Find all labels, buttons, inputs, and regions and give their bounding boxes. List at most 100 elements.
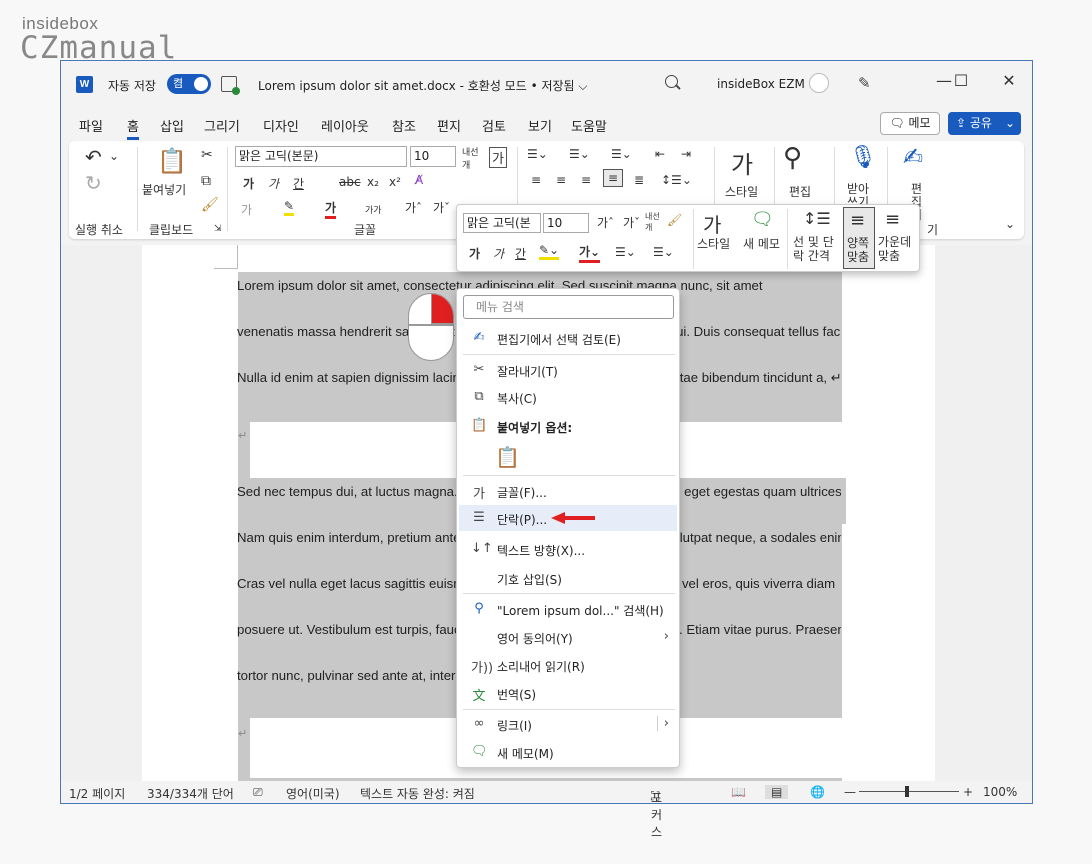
- menu-item-insert-symbol[interactable]: 기호 삽입(S): [459, 565, 677, 591]
- align-center-icon[interactable]: ≡: [556, 173, 566, 187]
- editor-icon[interactable]: ✍: [903, 143, 923, 171]
- bold-icon[interactable]: 가: [243, 175, 254, 192]
- format-painter-icon[interactable]: 🖌: [201, 197, 219, 213]
- styles-label[interactable]: 스타일: [725, 183, 758, 200]
- bullets-icon[interactable]: ☰⌄: [527, 147, 548, 161]
- undo-dropdown-icon[interactable]: ⌄: [109, 149, 119, 163]
- font-name-box[interactable]: 맑은 고딕(본문): [235, 146, 407, 167]
- mini-format-painter-icon[interactable]: 🖌: [667, 213, 682, 227]
- menu-item-cut[interactable]: ✂ 잘라내기(T): [459, 357, 677, 383]
- mini-shrink-font-icon[interactable]: 가ˇ: [623, 214, 640, 231]
- chevron-down-icon[interactable]: ⌄: [1005, 112, 1015, 135]
- tab-home[interactable]: 홈: [127, 116, 139, 140]
- clipboard-launcher-icon[interactable]: ⇲: [214, 224, 222, 234]
- document-title[interactable]: Lorem ipsum dolor sit amet.docx - 호환성 모드…: [258, 77, 588, 94]
- close-button[interactable]: ✕: [994, 71, 1024, 90]
- mini-font-color-icon[interactable]: 가⌄: [579, 243, 601, 263]
- tab-view[interactable]: 보기: [528, 116, 552, 135]
- language-indicator[interactable]: 영어(미국): [286, 785, 340, 802]
- tab-review[interactable]: 검토: [482, 116, 506, 135]
- distribute-icon[interactable]: ≣: [634, 173, 644, 187]
- paste-label[interactable]: 붙여넣기: [142, 181, 186, 198]
- decrease-indent-icon[interactable]: ⇤: [655, 147, 665, 161]
- menu-search-input[interactable]: 메뉴 검색: [463, 295, 674, 319]
- user-name[interactable]: insideBox EZM: [717, 77, 805, 91]
- mini-font-name[interactable]: 맑은 고딕(본: [463, 213, 541, 233]
- mini-font-size[interactable]: 10: [543, 213, 589, 233]
- phonetic-icon[interactable]: 가ˆ: [405, 199, 422, 216]
- tab-help[interactable]: 도움말: [571, 116, 607, 135]
- menu-item-editor-review[interactable]: ✍ 편집기에서 선택 검토(E): [459, 325, 677, 351]
- enclose-icon[interactable]: 가ˇ: [433, 199, 450, 216]
- font-color-icon[interactable]: 가: [325, 199, 337, 219]
- font-size-box[interactable]: 10: [410, 146, 456, 167]
- zoom-level[interactable]: 100%: [983, 785, 1017, 799]
- mini-bullets-icon[interactable]: ☰⌄: [615, 245, 636, 259]
- copy-icon[interactable]: ⧉: [201, 173, 211, 189]
- mini-line-spacing-label[interactable]: 선 및 단락 간격: [793, 235, 839, 263]
- page-count[interactable]: 1/2 페이지: [69, 785, 125, 802]
- mini-highlight-icon[interactable]: ✎⌄: [539, 243, 560, 260]
- justify-icon[interactable]: ≡: [603, 169, 624, 187]
- menu-item-read-aloud[interactable]: 가)) 소리내어 읽기(R): [459, 652, 677, 678]
- print-layout-icon[interactable]: ▤: [765, 785, 789, 799]
- share-button[interactable]: ⇪ 공유 ⌄: [948, 112, 1021, 135]
- clear-format-icon[interactable]: A̸: [415, 173, 423, 187]
- highlight-icon[interactable]: ✎: [284, 199, 295, 216]
- zoom-slider-thumb[interactable]: [905, 786, 909, 797]
- mini-grow-font-icon[interactable]: 가ˆ: [597, 214, 614, 231]
- maximize-button[interactable]: ☐: [946, 71, 976, 90]
- edit-label[interactable]: 편집: [789, 183, 811, 200]
- italic-icon[interactable]: 가: [268, 175, 279, 192]
- mini-underline-icon[interactable]: 간: [515, 245, 526, 262]
- underline-icon[interactable]: 간: [293, 175, 304, 192]
- menu-item-translate[interactable]: 文 번역(S): [459, 680, 677, 706]
- mini-center-icon[interactable]: ≡: [885, 209, 900, 230]
- menu-item-synonyms[interactable]: 영어 동의어(Y) ›: [459, 624, 677, 650]
- mini-new-memo-label[interactable]: 새 메모: [743, 235, 780, 252]
- mini-numbering-icon[interactable]: ☰⌄: [653, 245, 674, 259]
- increase-indent-icon[interactable]: ⇥: [681, 147, 691, 161]
- menu-item-text-direction[interactable]: ↓↑ 텍스트 방향(X)...: [459, 536, 677, 562]
- mini-styles-icon[interactable]: 가: [703, 209, 721, 238]
- align-left-icon[interactable]: ≡: [531, 173, 541, 187]
- memo-button[interactable]: 🗨 메모: [880, 112, 940, 135]
- save-status-icon[interactable]: [221, 76, 240, 95]
- numbering-icon[interactable]: ☰⌄: [569, 147, 590, 161]
- align-right-icon[interactable]: ≡: [581, 173, 591, 187]
- cut-icon[interactable]: ✂: [201, 147, 213, 163]
- mini-phonetic-icon[interactable]: 내선 개: [645, 211, 660, 233]
- multilevel-list-icon[interactable]: ☰⌄: [611, 147, 632, 161]
- zoom-in-button[interactable]: +: [963, 785, 973, 799]
- menu-item-font[interactable]: 가 글꼴(F)...: [459, 478, 677, 504]
- mini-line-spacing-icon[interactable]: ↕☰: [803, 209, 831, 228]
- zoom-out-button[interactable]: —: [844, 785, 856, 799]
- mini-italic-icon[interactable]: 가: [493, 245, 504, 262]
- menu-item-search[interactable]: ⚲ "Lorem ipsum dol..." 검색(H): [459, 596, 677, 622]
- text-effects-icon[interactable]: 가: [241, 201, 252, 218]
- tab-design[interactable]: 디자인: [263, 116, 299, 135]
- tab-mailings[interactable]: 편지: [437, 116, 461, 135]
- tab-layout[interactable]: 레이아웃: [321, 116, 369, 135]
- paste-icon[interactable]: 📋: [157, 147, 187, 175]
- tab-draw[interactable]: 그리기: [204, 116, 240, 135]
- menu-item-copy[interactable]: ⧉ 복사(C): [459, 384, 677, 410]
- subscript-icon[interactable]: x₂: [367, 175, 379, 189]
- word-count[interactable]: 334/334개 단어: [147, 785, 234, 802]
- change-case-icon[interactable]: 가: [489, 147, 507, 168]
- mini-styles-label[interactable]: 스타일: [697, 235, 730, 252]
- strikethrough-icon[interactable]: abc: [339, 175, 361, 189]
- chevron-right-icon[interactable]: ›: [656, 716, 669, 731]
- read-mode-icon[interactable]: 📖: [731, 785, 746, 799]
- superscript-icon[interactable]: x²: [389, 175, 401, 189]
- ribbon-collapse-icon[interactable]: ⌄: [1005, 217, 1015, 231]
- paste-keep-format-icon[interactable]: 📋: [495, 445, 520, 469]
- find-icon[interactable]: ⚲: [783, 143, 802, 173]
- avatar[interactable]: [809, 73, 829, 93]
- font-grow-icon[interactable]: 내선 개: [462, 145, 479, 171]
- proofing-icon[interactable]: ⎚: [253, 785, 263, 800]
- menu-item-new-comment[interactable]: 🗨 새 메모(M): [459, 739, 677, 765]
- autocomplete-status[interactable]: 텍스트 자동 완성: 켜짐: [360, 785, 475, 802]
- designer-pen-icon[interactable]: ✎: [858, 74, 871, 92]
- mini-justify-button[interactable]: ≡ 양쪽 맞춤: [843, 207, 875, 269]
